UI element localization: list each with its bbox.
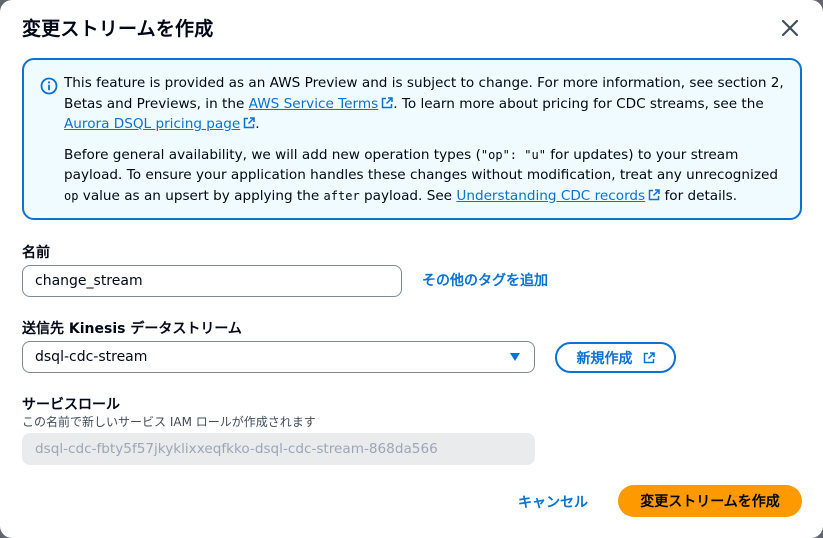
code-after: after: [323, 188, 360, 203]
info-text: This feature is provided as an AWS Previ…: [64, 73, 789, 206]
info-text-segment: for details.: [660, 187, 738, 204]
external-link-icon: [648, 188, 660, 200]
info-text-segment: . To learn more about pricing for CDC st…: [393, 95, 764, 112]
service-role-label: サービスロール: [22, 397, 120, 413]
external-link-icon: [643, 351, 655, 363]
info-text-segment: Before general availability, we will add…: [64, 146, 481, 163]
link-label: Aurora DSQL pricing page: [64, 116, 241, 132]
destination-selected-value: dsql-cdc-stream: [35, 349, 148, 365]
aws-service-terms-link[interactable]: AWS Service Terms: [249, 96, 394, 112]
dialog-title: 変更ストリームを作成: [22, 18, 214, 40]
name-label: 名前: [22, 245, 50, 261]
link-label: Understanding CDC records: [456, 187, 646, 204]
external-link-icon: [243, 117, 255, 129]
cancel-button[interactable]: キャンセル: [518, 492, 588, 512]
service-role-description: この名前で新しいサービス IAM ロールが作成されます: [22, 415, 316, 429]
info-text-segment: .: [255, 116, 260, 132]
link-label: AWS Service Terms: [248, 95, 379, 112]
create-new-stream-button[interactable]: 新規作成: [555, 342, 676, 373]
code-op-u: "op": "u": [480, 147, 546, 162]
preview-info-alert: This feature is provided as an AWS Previ…: [22, 58, 802, 220]
code-op: op: [64, 188, 79, 203]
info-text-segment: payload. See: [359, 187, 457, 204]
close-icon: [781, 19, 799, 37]
destination-select[interactable]: dsql-cdc-stream: [22, 341, 535, 373]
aurora-dsql-pricing-link[interactable]: Aurora DSQL pricing page: [64, 116, 255, 132]
name-input[interactable]: change_stream: [22, 265, 402, 297]
create-new-label: 新規作成: [576, 350, 633, 367]
destination-label: 送信先 Kinesis データストリーム: [22, 321, 242, 337]
info-icon: [40, 77, 58, 95]
understanding-cdc-records-link[interactable]: Understanding CDC records: [456, 188, 660, 204]
create-change-stream-button[interactable]: 変更ストリームを作成: [618, 485, 802, 517]
info-paragraph-1: This feature is provided as an AWS Previ…: [64, 73, 789, 135]
service-role-input: dsql-cdc-fbty5f57jkyklixxeqfkko-dsql-cdc…: [22, 433, 535, 465]
close-button[interactable]: [778, 16, 802, 40]
create-change-stream-dialog: 変更ストリームを作成 This feature is provided as a…: [0, 0, 823, 538]
external-link-icon: [381, 96, 393, 108]
info-paragraph-2: Before general availability, we will add…: [64, 145, 789, 207]
info-text-segment: value as an upsert by applying the: [78, 187, 324, 204]
add-tags-button[interactable]: その他のタグを追加: [422, 270, 548, 290]
caret-down-icon: [510, 353, 520, 361]
